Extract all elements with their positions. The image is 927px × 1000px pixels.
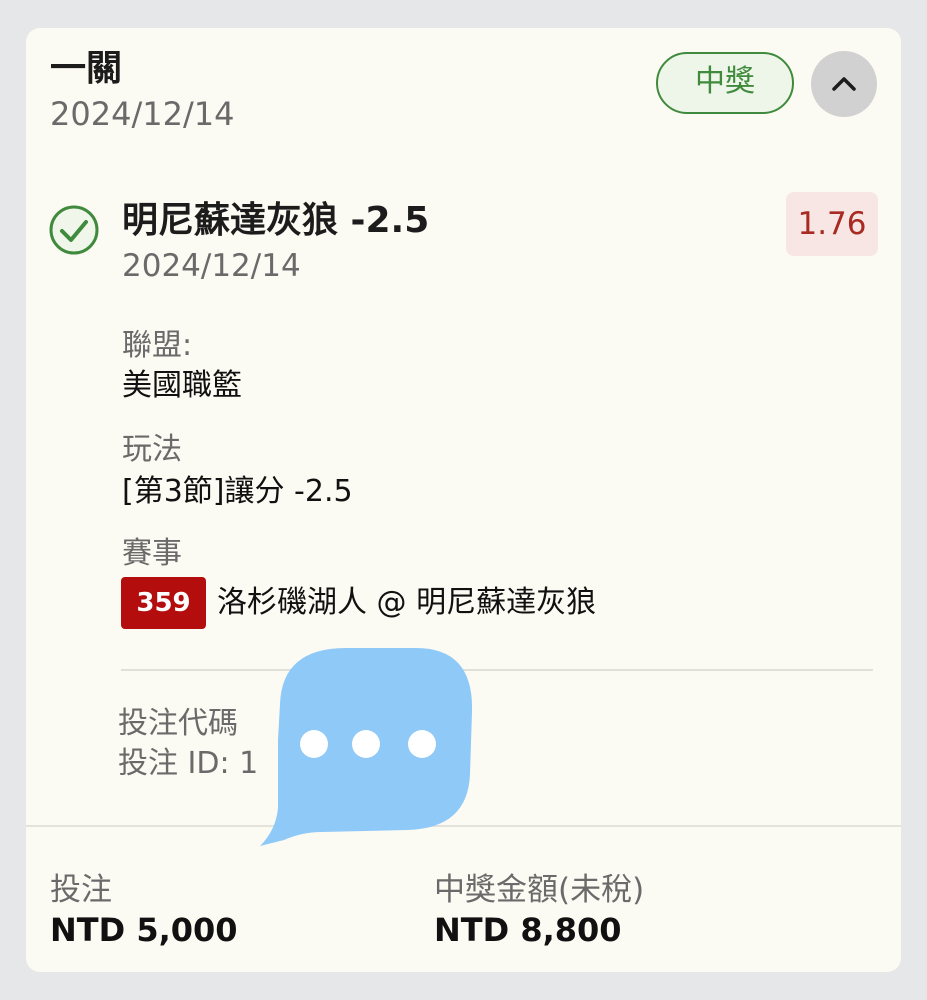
status-badge: 中獎: [656, 52, 794, 114]
stake-value: NTD 5,000: [50, 911, 238, 949]
selection-name: 明尼蘇達灰狼 -2.5: [122, 200, 430, 241]
check-circle-icon: [49, 205, 99, 255]
payout-label: 中獎金額(未稅): [434, 872, 645, 908]
bet-type-title: 一關: [50, 48, 123, 89]
chevron-up-icon: [832, 77, 856, 91]
odds-badge: 1.76: [786, 192, 878, 256]
bet-id: 投注 ID: 1: [118, 746, 259, 781]
event-number-badge: 359: [121, 577, 206, 629]
league-value: 美國職籃: [122, 368, 242, 403]
event-name: 洛杉磯湖人 @ 明尼蘇達灰狼: [217, 585, 597, 620]
divider: [121, 669, 873, 671]
event-label: 賽事: [122, 536, 182, 571]
payout-value: NTD 8,800: [434, 911, 622, 949]
league-label: 聯盟:: [122, 328, 193, 363]
selection-date: 2024/12/14: [122, 248, 301, 284]
bet-date: 2024/12/14: [50, 95, 235, 133]
market-value: [第3節]讓分 -2.5: [122, 474, 353, 509]
collapse-button[interactable]: [811, 51, 877, 117]
chat-bubble-icon: [260, 648, 473, 846]
stake-label: 投注: [50, 872, 112, 908]
market-label: 玩法: [122, 432, 182, 467]
bet-code: 投注代碼: [118, 706, 238, 741]
